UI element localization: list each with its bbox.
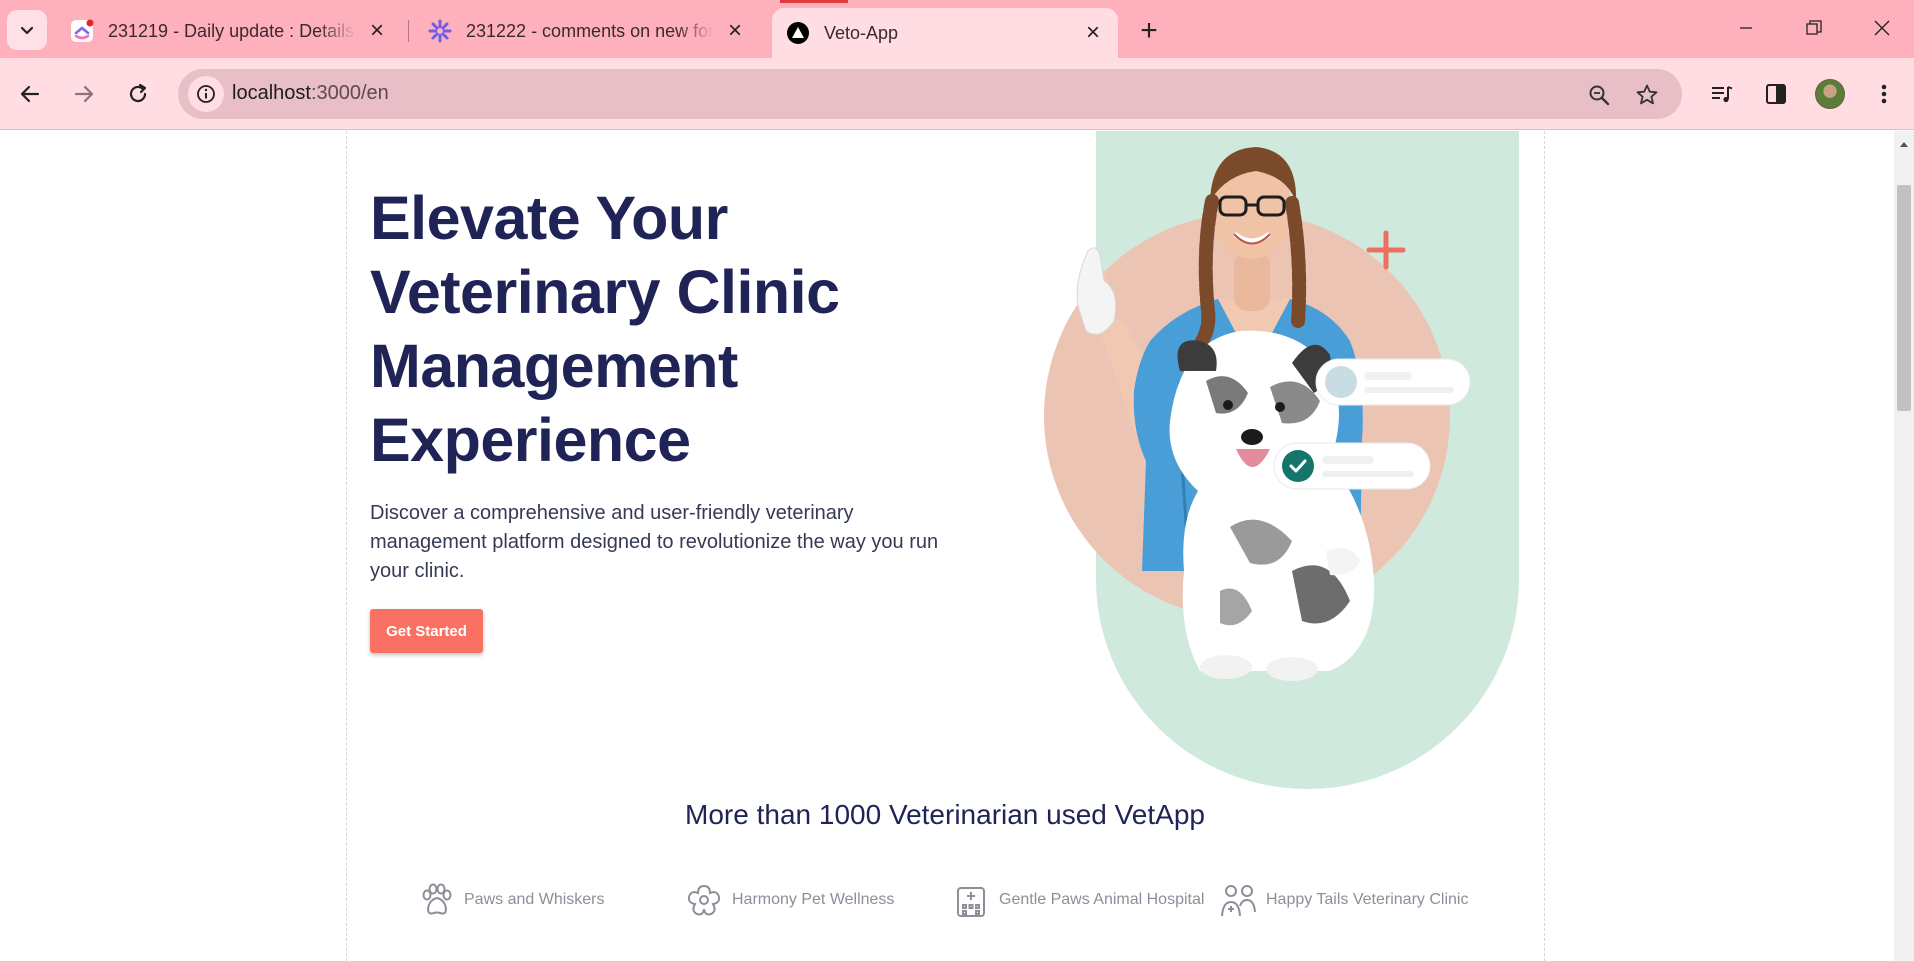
tab-title: 231222 - comments on new for — [466, 20, 714, 41]
partner-logo-paws-and-whiskers: Paws and Whiskers — [416, 879, 605, 921]
tab-title: 231219 - Daily update : Details — [108, 20, 355, 41]
tab-title: Veto-App — [824, 22, 899, 43]
url-path: :3000/en — [310, 82, 389, 104]
hero-title-line: Veterinary Clinic — [370, 258, 840, 326]
site-info-icon[interactable] — [188, 76, 224, 112]
hero-description: Discover a comprehensive and user-friend… — [370, 502, 939, 582]
hero-title-line: Elevate Your — [370, 184, 728, 252]
check-card — [1273, 442, 1431, 490]
tab-separator — [408, 20, 409, 42]
side-panel-icon[interactable] — [1756, 74, 1796, 114]
close-tab-icon[interactable]: × — [366, 17, 388, 44]
hero-title-line: Experience — [370, 406, 691, 474]
layout-guide-left — [346, 131, 347, 961]
page-viewport: Elevate Your Veterinary Clinic Managemen… — [0, 131, 1894, 961]
asterisk-icon — [428, 19, 452, 43]
hero-title-line: Management — [370, 332, 738, 400]
clickup-icon — [70, 19, 94, 43]
people-icon — [1218, 880, 1258, 920]
partner-logo-happy-tails-veterinary-clinic: Happy Tails Veterinary Clinic — [1218, 879, 1468, 921]
tab-veto-app[interactable]: Veto-App × — [772, 8, 1118, 58]
flower-icon — [684, 880, 724, 920]
loading-indicator — [780, 0, 848, 3]
scroll-up-arrow-icon[interactable] — [1894, 137, 1914, 151]
paw-icon — [416, 880, 456, 920]
avatar — [1815, 79, 1845, 109]
page-scrollbar[interactable] — [1894, 131, 1914, 961]
browser-toolbar: localhost:3000/en — [0, 58, 1914, 130]
close-tab-icon[interactable]: × — [1082, 19, 1104, 46]
new-tab-icon[interactable]: + — [1132, 14, 1166, 48]
browser-tab-strip: 231219 - Daily update : Details × 231222… — [0, 0, 1914, 58]
partner-name: Harmony Pet Wellness — [732, 891, 895, 908]
partner-name: Gentle Paws Animal Hospital — [999, 891, 1205, 908]
nextjs-triangle-icon — [786, 21, 810, 45]
url-host: localhost — [232, 82, 311, 104]
scrollbar-thumb[interactable] — [1897, 185, 1911, 411]
forward-icon[interactable] — [64, 74, 104, 114]
url-text: localhost:3000/en — [232, 82, 389, 105]
minimize-icon[interactable] — [1718, 8, 1774, 48]
hospital-building-icon — [951, 880, 991, 920]
profile-card — [1315, 358, 1471, 406]
reload-icon[interactable] — [118, 74, 158, 114]
partner-logo-harmony-pet-wellness: Harmony Pet Wellness — [684, 879, 894, 921]
social-proof-title: More than 1000 Veterinarian used VetApp — [685, 799, 1205, 830]
tab-search-button[interactable] — [7, 10, 47, 50]
address-bar[interactable]: localhost:3000/en — [178, 69, 1682, 119]
chevron-down-icon — [20, 26, 34, 35]
close-tab-icon[interactable]: × — [724, 17, 746, 44]
tab-daily-update[interactable]: 231219 - Daily update : Details × — [56, 8, 402, 54]
profile-avatar[interactable] — [1810, 74, 1850, 114]
hero-illustration — [1044, 131, 1519, 789]
bookmark-star-icon[interactable] — [1634, 82, 1660, 108]
partner-logo-gentle-paws-animal-hospital: Gentle Paws Animal Hospital — [951, 879, 1204, 921]
get-started-button[interactable]: Get Started — [370, 609, 483, 653]
close-window-icon[interactable] — [1854, 8, 1910, 48]
restore-icon[interactable] — [1786, 8, 1842, 48]
tab-comments[interactable]: 231222 - comments on new for × — [414, 8, 760, 54]
media-controls-icon[interactable] — [1702, 74, 1742, 114]
more-menu-icon[interactable] — [1864, 74, 1904, 114]
back-icon[interactable] — [10, 74, 50, 114]
partner-logos: Paws and Whiskers Harmony Pet Wellness G… — [0, 879, 1890, 929]
zoom-icon[interactable] — [1586, 82, 1612, 108]
hero-title: Elevate Your Veterinary Clinic Managemen… — [370, 181, 990, 477]
partner-name: Paws and Whiskers — [464, 891, 605, 908]
partner-name: Happy Tails Veterinary Clinic — [1266, 891, 1469, 908]
